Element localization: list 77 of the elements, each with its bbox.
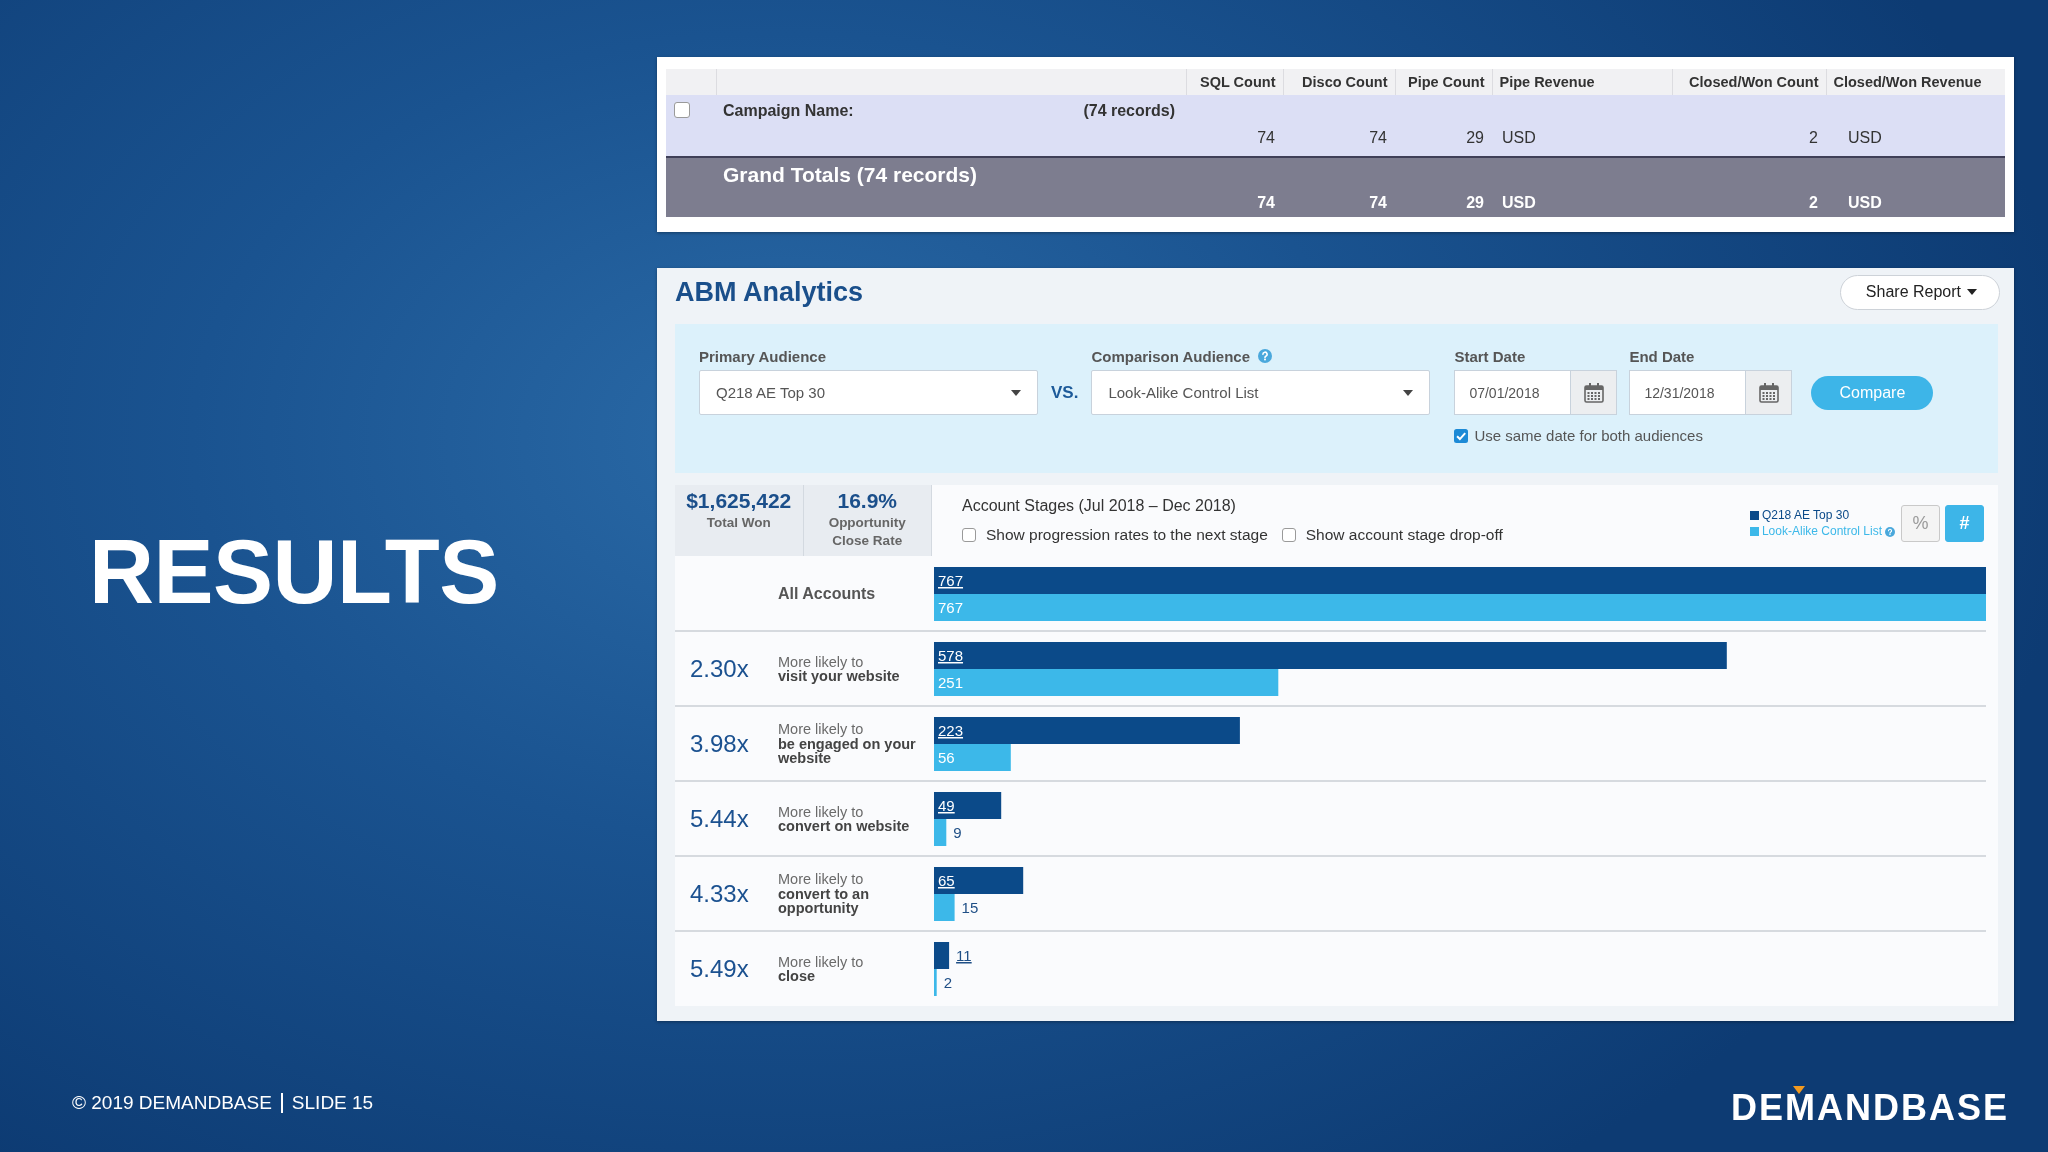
table-cell: 29 (1395, 95, 1492, 157)
calendar-button[interactable] (1571, 370, 1618, 415)
chart-title: Account Stages (Jul 2018 – Dec 2018) (962, 496, 1237, 516)
category-label: More likely to convert to an opportunity (778, 872, 871, 916)
legend-label: Q218 AE Top 30 (1761, 509, 1850, 522)
category-label: More likely to close (778, 954, 865, 984)
stat-label: Opportunity Close Rate (827, 514, 907, 550)
category-label: More likely to be engaged on your website (778, 722, 917, 766)
dropdown[interactable]: Q218 AE Top 30 (699, 370, 1038, 415)
grand-total-label: Grand Totals (74 records) (723, 163, 977, 186)
table-cell: 74 (1186, 95, 1283, 157)
bar-value-label: 56 (938, 749, 955, 766)
bar-value-label: 2 (943, 974, 953, 991)
panel-title: ABM Analytics (675, 276, 864, 308)
field-label: End Date (1629, 347, 1695, 365)
vs-label: VS. (1051, 382, 1079, 404)
table-cell: USD (1826, 95, 2005, 157)
table-cell: 29 (1395, 157, 1492, 217)
logo-wordmark: DEMANDBASE (1731, 1094, 2009, 1121)
help-icon (1885, 526, 1895, 537)
field-label: Comparison Audience (1091, 347, 1251, 365)
checkbox-label: Show account stage drop-off (1305, 526, 1503, 544)
caret-icon (1403, 389, 1414, 396)
bar-value-label: 251 (938, 674, 964, 691)
stat-value: $1,625,422 (685, 488, 793, 514)
table-cell: 74 (1283, 95, 1395, 157)
multiplier-value: 3.98x (690, 730, 750, 758)
value-link[interactable]: 767 (938, 572, 964, 589)
table-cell: 74 (1186, 157, 1283, 217)
caret-icon (1011, 389, 1021, 396)
dropdown[interactable]: Look-Alike Control List (1091, 370, 1431, 415)
multiplier-value: 4.33x (690, 880, 750, 908)
legend-label: Look-Alike Control List (1761, 525, 1882, 538)
footer-text: © 2019 DEMANDBASE (72, 1092, 272, 1113)
field-label: Primary Audience (699, 347, 826, 365)
checkbox-label: Use same date for both audiences (1474, 427, 1703, 444)
checkbox[interactable] (1454, 428, 1469, 443)
table-cell: 74 (1283, 157, 1395, 217)
table-cell: 2 (1672, 157, 1826, 217)
checkbox[interactable] (1281, 528, 1296, 542)
group-label: Campaign Name: (723, 102, 854, 120)
value-link[interactable]: 578 (938, 647, 964, 664)
date-field[interactable]: 07/01/2018 (1454, 370, 1572, 415)
date-field[interactable]: 12/31/2018 (1629, 370, 1747, 415)
value-link[interactable]: 223 (938, 722, 964, 739)
bar-value-label: 767 (938, 599, 964, 616)
checkbox[interactable] (962, 528, 976, 542)
field-label: Start Date (1454, 347, 1526, 365)
bar-value-label: 15 (961, 899, 979, 916)
category-label: More likely to convert on website (778, 804, 911, 834)
caret-icon (1967, 289, 1977, 295)
category-label: More likely to visit your website (778, 654, 901, 684)
slide-number: SLIDE 15 (280, 1092, 374, 1113)
table-cell: USD (1826, 157, 2005, 217)
calendar-icon (1583, 382, 1604, 403)
calendar-icon (1758, 382, 1779, 403)
stat-value: 16.9% (836, 488, 898, 514)
checkbox[interactable] (674, 102, 690, 118)
triangle-icon (1793, 1085, 1805, 1094)
table-cell: USD (1492, 95, 1672, 157)
multiplier-value: 5.49x (690, 955, 750, 983)
multiplier-value: 2.30x (690, 655, 750, 683)
category-label: All Accounts (778, 585, 876, 603)
value-link[interactable]: 11 (956, 947, 972, 964)
slide-title: RESULTS (89, 526, 499, 617)
table-cell: 2 (1672, 95, 1826, 157)
stat-label: Total Won (705, 514, 772, 532)
share-report-button[interactable]: Share Report (1839, 274, 2000, 310)
help-icon (1258, 349, 1273, 363)
bar-value-label: 9 (953, 824, 962, 841)
value-link[interactable]: 49 (938, 797, 955, 814)
record-count: (74 records) (1083, 102, 1175, 120)
checkbox-label: Show progression rates to the next stage (986, 526, 1268, 544)
calendar-button[interactable] (1746, 370, 1793, 415)
table-cell: USD (1492, 157, 1672, 217)
multiplier-value: 5.44x (690, 805, 750, 833)
value-link[interactable]: 65 (938, 872, 955, 889)
